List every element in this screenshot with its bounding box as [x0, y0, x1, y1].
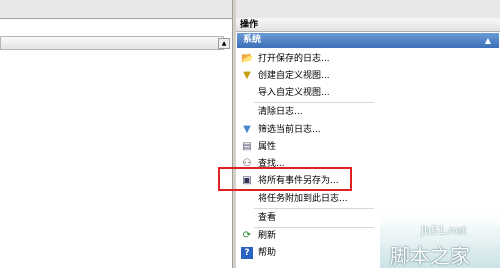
left-pane-column-header [0, 36, 224, 50]
action-label: 刷新 [258, 231, 277, 241]
highlight-box [218, 167, 352, 191]
section-label: 系统 [243, 35, 262, 45]
action-label: 导入自定义视图... [258, 88, 330, 98]
action-open-saved-log[interactable]: 📂 打开保存的日志... [236, 51, 500, 67]
help-icon: ? [241, 247, 253, 259]
left-pane-toolbar [0, 0, 233, 19]
actions-pane-title: 操作 [236, 18, 500, 32]
action-label: 创建自定义视图... [258, 71, 330, 81]
action-label: 清除日志... [258, 107, 303, 117]
action-label: 查看 [258, 213, 277, 223]
separator [254, 208, 374, 209]
action-label: 筛选当前日志... [258, 125, 321, 135]
folder-open-icon: 📂 [241, 53, 254, 64]
action-attach-task-to-log[interactable]: 将任务附加到此日志... [236, 191, 500, 207]
section-header-system[interactable]: 系统 ▲ [237, 33, 499, 48]
action-properties[interactable]: ▤ 属性 [236, 139, 500, 155]
watermark-brand: 脚本之家 [390, 244, 470, 268]
scroll-up-button[interactable]: ▲ [218, 38, 230, 49]
action-import-custom-view[interactable]: 导入自定义视图... [236, 85, 500, 101]
action-create-custom-view[interactable]: ▼ 创建自定义视图... [236, 68, 500, 84]
funnel-icon: ▼ [243, 124, 251, 135]
watermark-site: jb51.net [421, 224, 467, 237]
separator [254, 102, 374, 103]
action-filter-current-log[interactable]: ▼ 筛选当前日志... [236, 122, 500, 138]
action-label: 属性 [258, 142, 277, 152]
properties-icon: ▤ [242, 141, 252, 152]
funnel-star-icon: ▼ [243, 70, 251, 81]
action-clear-log[interactable]: 清除日志... [236, 104, 500, 120]
actions-pane-toolbar [236, 0, 500, 19]
action-label: 打开保存的日志... [258, 54, 330, 64]
action-label: 将任务附加到此日志... [258, 194, 348, 204]
collapse-chevron-icon[interactable]: ▲ [485, 33, 491, 48]
refresh-icon: ⟳ [242, 230, 252, 241]
action-label: 帮助 [258, 248, 277, 258]
